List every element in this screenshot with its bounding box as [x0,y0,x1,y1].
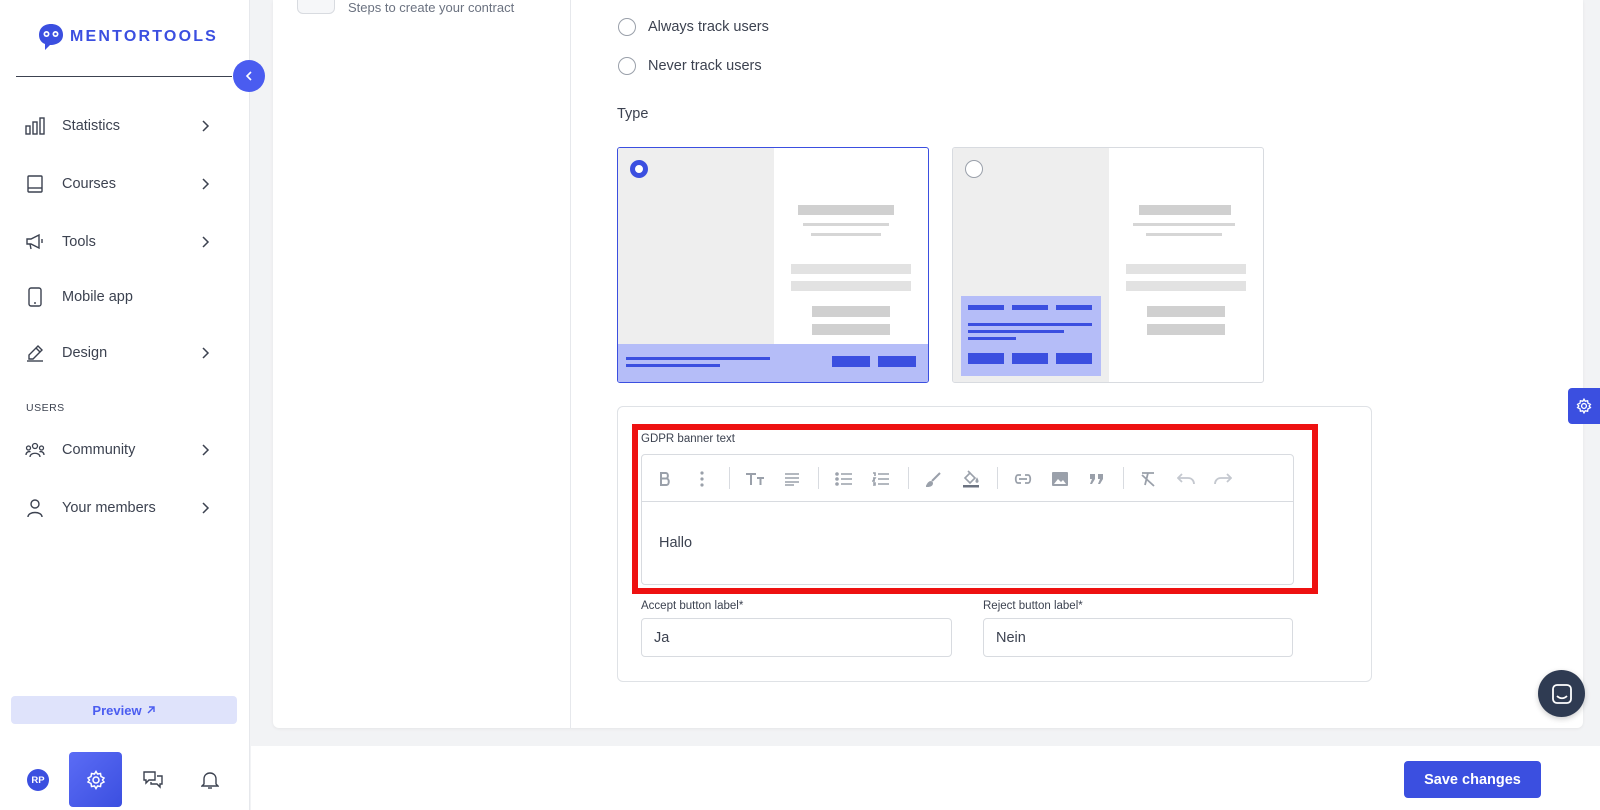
column-divider [570,0,571,728]
support-chat-button[interactable] [1538,670,1585,717]
sidebar-item-tools[interactable]: Tools [24,222,224,262]
radio-always-track[interactable]: Always track users [618,18,769,36]
bell-icon [201,772,219,789]
preview-bar [798,205,894,215]
radio-button[interactable] [618,18,636,36]
sidebar-item-label: Design [62,345,108,361]
message-icon [1551,683,1572,704]
preview-bar [1146,233,1222,236]
settings-button[interactable] [69,752,122,807]
preview-banner-box [961,296,1101,376]
sidebar-item-label: Mobile app [62,289,133,305]
sidebar: MENTORTOOLS Statistics Courses Tools Mob… [0,0,250,810]
accept-button-label: Accept button label* [641,600,744,612]
preview-bar [791,264,911,274]
step-icon [297,0,335,14]
person-icon [24,497,46,519]
robot-logo-icon [39,24,63,50]
highlight-box [632,424,1318,594]
community-icon [24,439,46,461]
chevron-right-icon [202,347,210,359]
preview-bar [811,233,881,236]
preview-bar [803,223,889,226]
megaphone-icon [24,231,46,253]
sidebar-item-label: Tools [62,234,96,250]
sidebar-collapse-button[interactable] [233,60,265,92]
type-option-box-banner[interactable] [952,147,1264,383]
preview-bar [791,281,911,291]
preview-bar [812,306,890,317]
pencil-icon [24,342,46,364]
preview-banner-strip [618,344,928,382]
external-link-icon [147,706,155,714]
chevron-right-icon [202,502,210,514]
radio-button[interactable] [618,57,636,75]
preview-button[interactable]: Preview [11,696,237,724]
steps-subtitle: Steps to create your contract [348,0,515,15]
sidebar-item-label: Statistics [62,118,121,134]
sidebar-item-label: Your members [62,500,156,516]
sidebar-item-label: Courses [62,176,116,192]
book-icon [24,173,46,195]
brand-name: MENTORTOOLS [70,28,219,45]
sidebar-item-label: Community [62,442,136,458]
preview-bar [1126,264,1246,274]
sidebar-item-your-members[interactable]: Your members [24,488,224,528]
type-radio-selected[interactable] [630,160,648,178]
chevron-left-icon [245,71,252,81]
preview-label: Preview [92,702,142,718]
sidebar-divider [16,76,232,77]
save-changes-button[interactable]: Save changes [1404,761,1541,798]
avatar[interactable]: RP [27,769,49,791]
radio-never-track[interactable]: Never track users [618,57,762,75]
preview-bar [1139,205,1231,215]
type-radio-unselected[interactable] [965,160,983,178]
sidebar-item-mobile-app[interactable]: Mobile app [24,277,224,317]
sidebar-item-statistics[interactable]: Statistics [24,106,224,146]
chevron-right-icon [202,178,210,190]
gear-icon [86,769,105,790]
preview-bar [1147,324,1225,335]
preview-bar [1126,281,1246,291]
chevron-right-icon [202,236,210,248]
chat-icon [143,771,163,789]
section-label-users: USERS [26,402,65,414]
footer-bar [251,746,1600,810]
preview-bar [1133,223,1235,226]
preview-bar [812,324,890,335]
reject-button-label: Reject button label* [983,600,1083,612]
bar-chart-icon [24,115,46,137]
accept-label-input[interactable] [641,618,952,657]
sidebar-item-design[interactable]: Design [24,333,224,373]
radio-label: Never track users [648,58,762,74]
chat-button[interactable] [141,768,165,792]
type-option-bottom-banner[interactable] [617,147,929,383]
type-label: Type [617,106,649,122]
notifications-button[interactable] [198,768,222,792]
reject-label-input[interactable] [983,618,1293,657]
chevron-right-icon [202,444,210,456]
brand-logo[interactable]: MENTORTOOLS [36,22,218,52]
chevron-right-icon [202,120,210,132]
phone-icon [24,286,46,308]
gear-icon [1576,398,1592,414]
sidebar-item-community[interactable]: Community [24,430,224,470]
preview-bar [1147,306,1225,317]
radio-label: Always track users [648,19,769,35]
sidebar-item-courses[interactable]: Courses [24,164,224,204]
side-settings-button[interactable] [1568,388,1600,424]
